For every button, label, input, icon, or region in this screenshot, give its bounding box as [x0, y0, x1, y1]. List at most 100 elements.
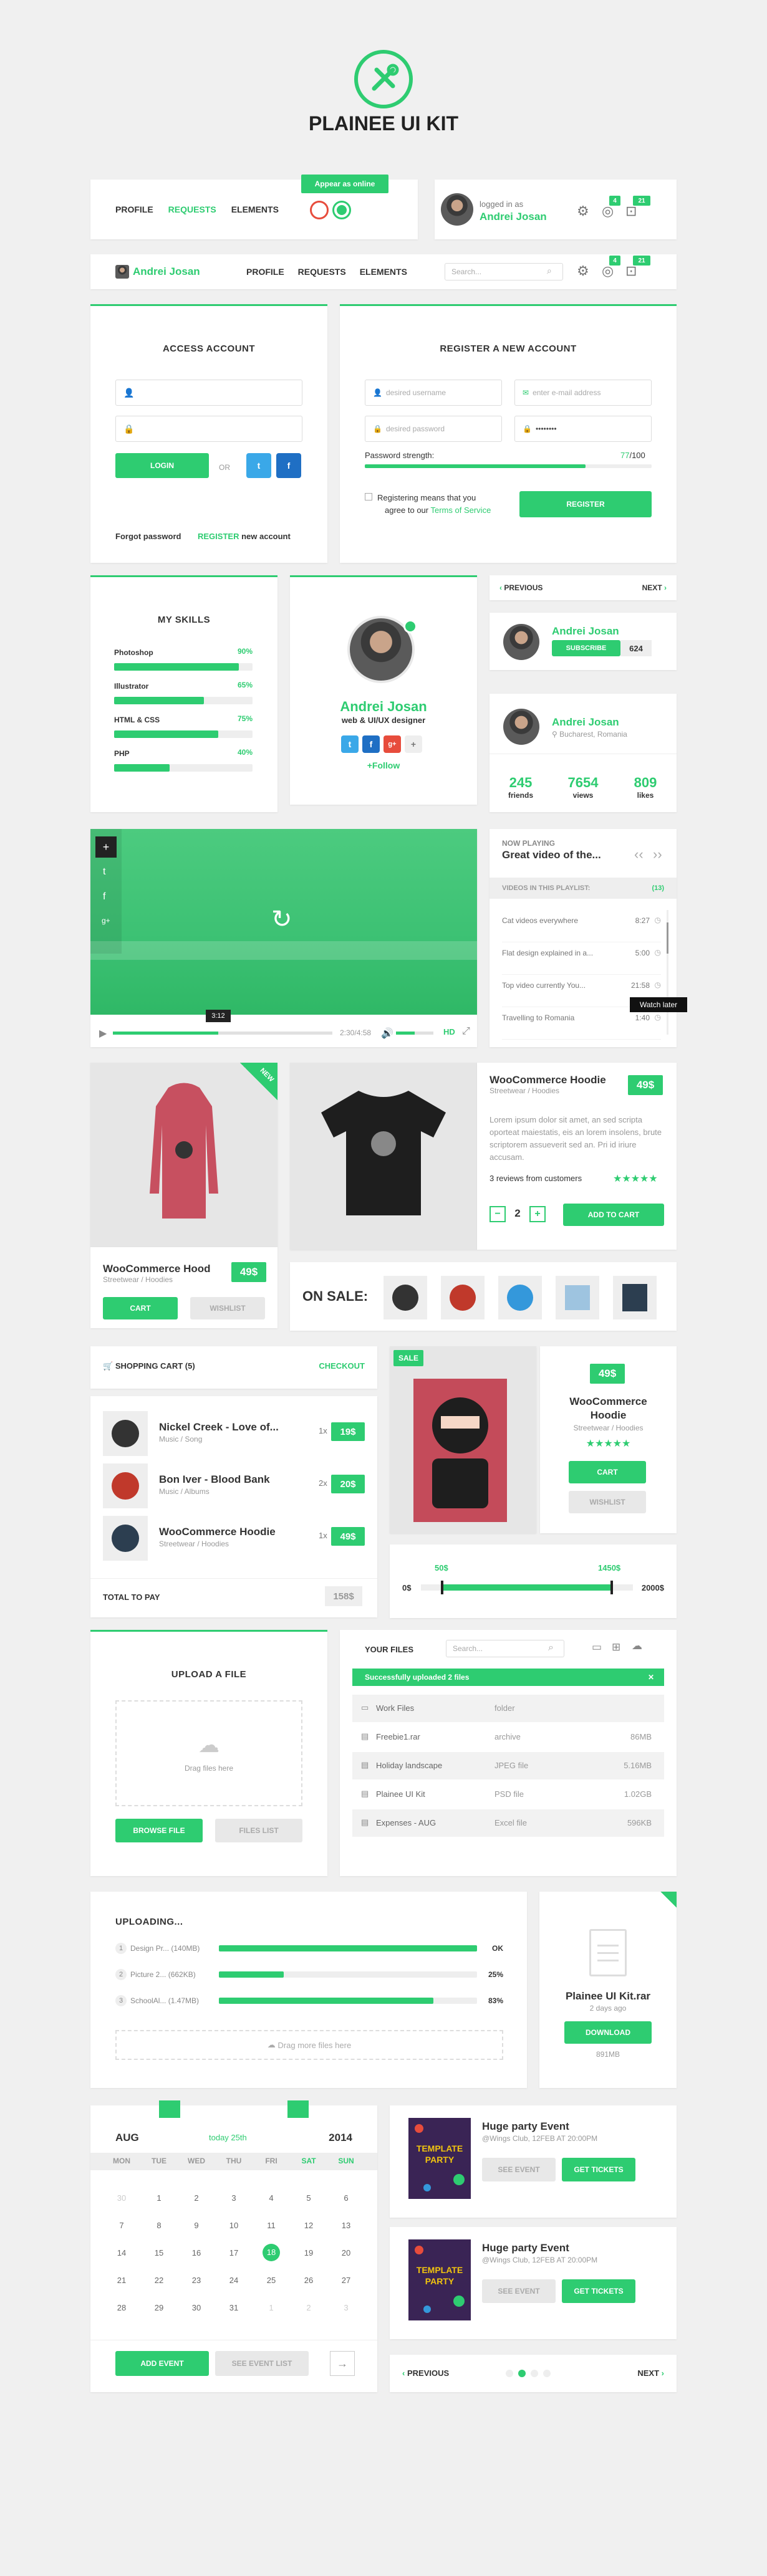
- twitter-icon[interactable]: t: [103, 866, 105, 878]
- dropzone[interactable]: ☁ Drag more files here: [115, 2030, 503, 2060]
- calendar-day[interactable]: 5: [290, 2193, 327, 2203]
- facebook-icon[interactable]: f: [362, 735, 380, 753]
- range-handle-low[interactable]: [441, 1581, 443, 1594]
- next-track-icon[interactable]: ››: [653, 846, 662, 863]
- event-title[interactable]: Huge party Event: [482, 2120, 569, 2133]
- calendar-day[interactable]: 11: [253, 2221, 290, 2230]
- calendar-day[interactable]: 28: [103, 2303, 140, 2312]
- user-name[interactable]: Andrei Josan: [133, 266, 200, 278]
- calendar-day[interactable]: 22: [140, 2276, 178, 2285]
- get-tickets-button[interactable]: GET TICKETS: [562, 2279, 635, 2303]
- hd-toggle[interactable]: HD: [443, 1027, 455, 1037]
- terms-checkbox[interactable]: [365, 493, 372, 500]
- star-filled-icon[interactable]: ★: [595, 1439, 604, 1449]
- calendar-day[interactable]: 1: [253, 2303, 290, 2312]
- calendar-day[interactable]: 6: [327, 2193, 365, 2203]
- calendar-day[interactable]: 29: [140, 2303, 178, 2312]
- playlist-item[interactable]: Cat videos everywhere 8:27 ◷: [502, 910, 661, 942]
- gear-icon[interactable]: ⚙: [577, 263, 589, 279]
- page-dot[interactable]: [543, 2370, 551, 2377]
- googleplus-icon[interactable]: g+: [102, 916, 110, 925]
- file-row[interactable]: ▤ Expenses - AUG Excel file 596KB: [352, 1809, 664, 1837]
- calendar-day[interactable]: 4: [253, 2193, 290, 2203]
- files-list-button[interactable]: FILES LIST: [215, 1819, 302, 1842]
- search-icon[interactable]: ⌕: [548, 1642, 554, 1654]
- user-name[interactable]: Andrei Josan: [480, 211, 547, 223]
- calendar-day[interactable]: 26: [290, 2276, 327, 2285]
- prev-button[interactable]: PREVIOUS: [407, 2368, 449, 2378]
- file-row[interactable]: ▤ Holiday landscape JPEG file 5.16MB: [352, 1752, 664, 1779]
- file-row[interactable]: ▤ Freebie1.rar archive 86MB: [352, 1723, 664, 1751]
- facebook-icon[interactable]: f: [103, 891, 105, 903]
- fullscreen-icon[interactable]: ⤢: [462, 1026, 470, 1037]
- close-icon[interactable]: ✕: [648, 1673, 654, 1682]
- nav-profile[interactable]: PROFILE: [115, 204, 153, 214]
- sale-item[interactable]: [498, 1276, 542, 1319]
- sale-item[interactable]: [613, 1276, 657, 1319]
- calendar-day[interactable]: 24: [215, 2276, 253, 2285]
- calendar-year[interactable]: 2014: [329, 2132, 352, 2144]
- checkout-link[interactable]: CHECKOUT: [319, 1361, 365, 1371]
- nav-elements[interactable]: ELEMENTS: [360, 267, 407, 277]
- calendar-day[interactable]: 2: [178, 2193, 215, 2203]
- volume-icon[interactable]: 🔊: [381, 1027, 393, 1040]
- login-button[interactable]: LOGIN: [115, 453, 209, 478]
- star-filled-icon[interactable]: ★: [586, 1439, 595, 1449]
- nav-profile[interactable]: PROFILE: [246, 267, 284, 277]
- calendar-day[interactable]: 20: [327, 2248, 365, 2258]
- cart-item-qty[interactable]: 2x: [319, 1478, 327, 1488]
- star-filled-icon[interactable]: ★: [640, 1174, 649, 1184]
- file-row[interactable]: ▭ Work Files folder: [352, 1695, 664, 1722]
- star-filled-icon[interactable]: ★: [631, 1174, 640, 1184]
- product-image[interactable]: NEW: [90, 1063, 277, 1247]
- calendar-day[interactable]: 21: [103, 2276, 140, 2285]
- page-dot[interactable]: [506, 2370, 513, 2377]
- video-screen[interactable]: ↻: [90, 829, 477, 1015]
- calendar-month[interactable]: AUG: [115, 2132, 139, 2144]
- register-link[interactable]: REGISTER: [198, 532, 239, 541]
- calendar-day[interactable]: 16: [178, 2248, 215, 2258]
- cart-item-thumb[interactable]: [103, 1516, 148, 1561]
- video-progress[interactable]: [113, 1032, 332, 1035]
- range-track[interactable]: [421, 1581, 633, 1594]
- calendar-day[interactable]: 8: [140, 2221, 178, 2230]
- clock-icon[interactable]: ◷: [655, 948, 661, 957]
- plus-icon[interactable]: +: [95, 836, 117, 858]
- wishlist-button[interactable]: WISHLIST: [190, 1297, 265, 1319]
- star-filled-icon[interactable]: ★: [604, 1439, 612, 1449]
- register-button[interactable]: REGISTER: [519, 491, 652, 517]
- calendar-day[interactable]: 3: [215, 2193, 253, 2203]
- wishlist-button[interactable]: WISHLIST: [569, 1491, 646, 1513]
- play-icon[interactable]: ▶: [99, 1027, 107, 1040]
- calendar-day[interactable]: 30: [178, 2303, 215, 2312]
- star-filled-icon[interactable]: ★: [613, 1174, 622, 1184]
- clock-icon[interactable]: ◷: [655, 1013, 661, 1022]
- product-name[interactable]: WooCommerce Hoodie: [490, 1074, 606, 1086]
- calendar-day[interactable]: 27: [327, 2276, 365, 2285]
- nav-requests[interactable]: REQUESTS: [168, 204, 216, 214]
- password-field[interactable]: 🔒 desired password: [365, 416, 502, 442]
- add-to-cart-button[interactable]: ADD TO CART: [563, 1204, 664, 1226]
- next-button[interactable]: NEXT: [642, 583, 662, 592]
- replay-icon[interactable]: ↻: [271, 905, 292, 934]
- see-event-button[interactable]: SEE EVENT: [482, 2158, 556, 2181]
- sale-item[interactable]: [556, 1276, 599, 1319]
- qty-value[interactable]: 2: [509, 1207, 526, 1220]
- calendar-day[interactable]: 17: [215, 2248, 253, 2258]
- search-input[interactable]: Search...: [445, 263, 563, 280]
- prev-track-icon[interactable]: ‹‹: [634, 846, 644, 863]
- product-image[interactable]: [290, 1063, 477, 1250]
- download-button[interactable]: DOWNLOAD: [564, 2021, 652, 2044]
- username-field[interactable]: 👤 desired username: [365, 380, 502, 406]
- cloud-icon[interactable]: ☁: [632, 1640, 642, 1652]
- file-row[interactable]: ▤ Plainee UI Kit PSD file 1.02GB: [352, 1781, 664, 1808]
- qty-plus[interactable]: +: [529, 1206, 546, 1222]
- terms-link[interactable]: Terms of Service: [431, 505, 491, 515]
- event-list-button[interactable]: SEE EVENT LIST: [215, 2351, 309, 2376]
- calendar-day[interactable]: 3: [327, 2303, 365, 2312]
- browse-button[interactable]: BROWSE FILE: [115, 1819, 203, 1842]
- cart-item-qty[interactable]: 1x: [319, 1426, 327, 1435]
- nav-requests[interactable]: REQUESTS: [298, 267, 346, 277]
- page-dot-active[interactable]: [518, 2370, 526, 2377]
- page-dot[interactable]: [531, 2370, 538, 2377]
